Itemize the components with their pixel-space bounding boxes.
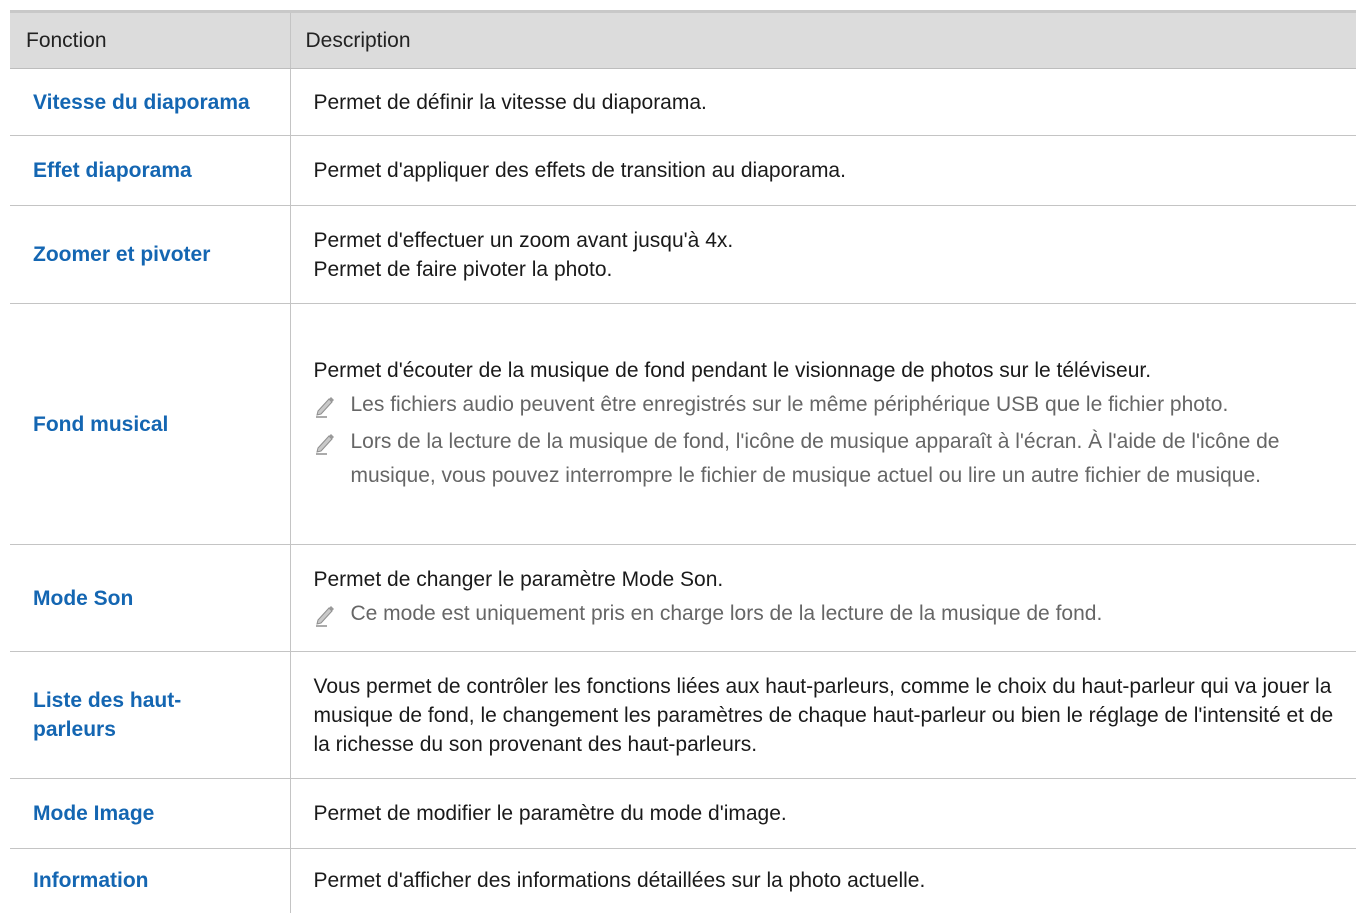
note: Les fichiers audio peuvent être enregist… <box>314 388 1343 422</box>
pencil-icon <box>315 396 334 418</box>
function-name: Vitesse du diaporama <box>10 68 290 136</box>
function-name: Zoomer et pivoter <box>10 205 290 304</box>
function-name: Liste des haut-parleurs <box>10 651 290 779</box>
description-cell: Permet d'appliquer des effets de transit… <box>289 135 1356 206</box>
function-name: Mode Son <box>10 544 290 652</box>
table-row-haut-parleurs: Liste des haut-parleurs Vous permet de c… <box>10 651 1356 779</box>
description-cell: Permet d'afficher des informations détai… <box>289 848 1356 913</box>
pencil-icon <box>315 606 334 627</box>
description-line: Permet d'écouter de la musique de fond p… <box>313 358 1152 382</box>
table-header-row: Fonction Description <box>10 10 1356 69</box>
note-text: Lors de la lecture de la musique de fond… <box>350 429 1280 487</box>
header-description: Description <box>289 10 1356 69</box>
description-line: Permet de définir la vitesse du diaporam… <box>313 90 707 114</box>
description-cell: Permet de modifier le paramètre du mode … <box>289 778 1356 849</box>
function-name: Mode Image <box>10 778 290 849</box>
table-row-mode-son: Mode Son Permet de changer le paramètre … <box>10 544 1356 652</box>
description-cell: Permet d'effectuer un zoom avant jusqu'à… <box>289 205 1356 304</box>
table-row-mode-image: Mode Image Permet de modifier le paramèt… <box>10 778 1356 849</box>
note-text: Ce mode est uniquement pris en charge lo… <box>350 602 1103 625</box>
description-line: Permet de changer le paramètre Mode Son. <box>313 568 724 591</box>
description-line: Vous permet de contrôler les fonctions l… <box>313 674 1334 756</box>
description-line: Permet de modifier le paramètre du mode … <box>313 802 787 825</box>
description-cell: Permet de définir la vitesse du diaporam… <box>289 68 1356 136</box>
table-row-information: Information Permet d'afficher des inform… <box>10 848 1356 913</box>
description-cell: Permet de changer le paramètre Mode Son.… <box>289 544 1356 652</box>
function-table: Fonction Description Vitesse du diaporam… <box>10 10 1356 913</box>
table-row-vitesse: Vitesse du diaporama Permet de définir l… <box>10 68 1356 136</box>
note: Ce mode est uniquement pris en charge lo… <box>314 597 1343 631</box>
description-line: Permet d'effectuer un zoom avant jusqu'à… <box>313 228 734 252</box>
header-function: Fonction <box>10 10 290 69</box>
description-cell: Vous permet de contrôler les fonctions l… <box>289 651 1356 779</box>
table-row-fond-musical: Fond musical Permet d'écouter de la musi… <box>10 303 1356 545</box>
table-row-zoom: Zoomer et pivoter Permet d'effectuer un … <box>10 205 1356 304</box>
function-name: Information <box>33 869 149 893</box>
note: Lors de la lecture de la musique de fond… <box>314 425 1343 493</box>
description-cell: Permet d'écouter de la musique de fond p… <box>289 303 1356 545</box>
description-line: Permet d'appliquer des effets de transit… <box>313 159 846 182</box>
pencil-icon <box>315 433 334 455</box>
table-row-effet: Effet diaporama Permet d'appliquer des e… <box>10 135 1356 206</box>
description-line: Permet de faire pivoter la photo. <box>313 257 613 281</box>
function-name: Fond musical <box>10 303 290 545</box>
note-text: Les fichiers audio peuvent être enregist… <box>350 392 1229 416</box>
description-line: Permet d'afficher des informations détai… <box>313 869 926 893</box>
function-name: Effet diaporama <box>10 135 290 206</box>
